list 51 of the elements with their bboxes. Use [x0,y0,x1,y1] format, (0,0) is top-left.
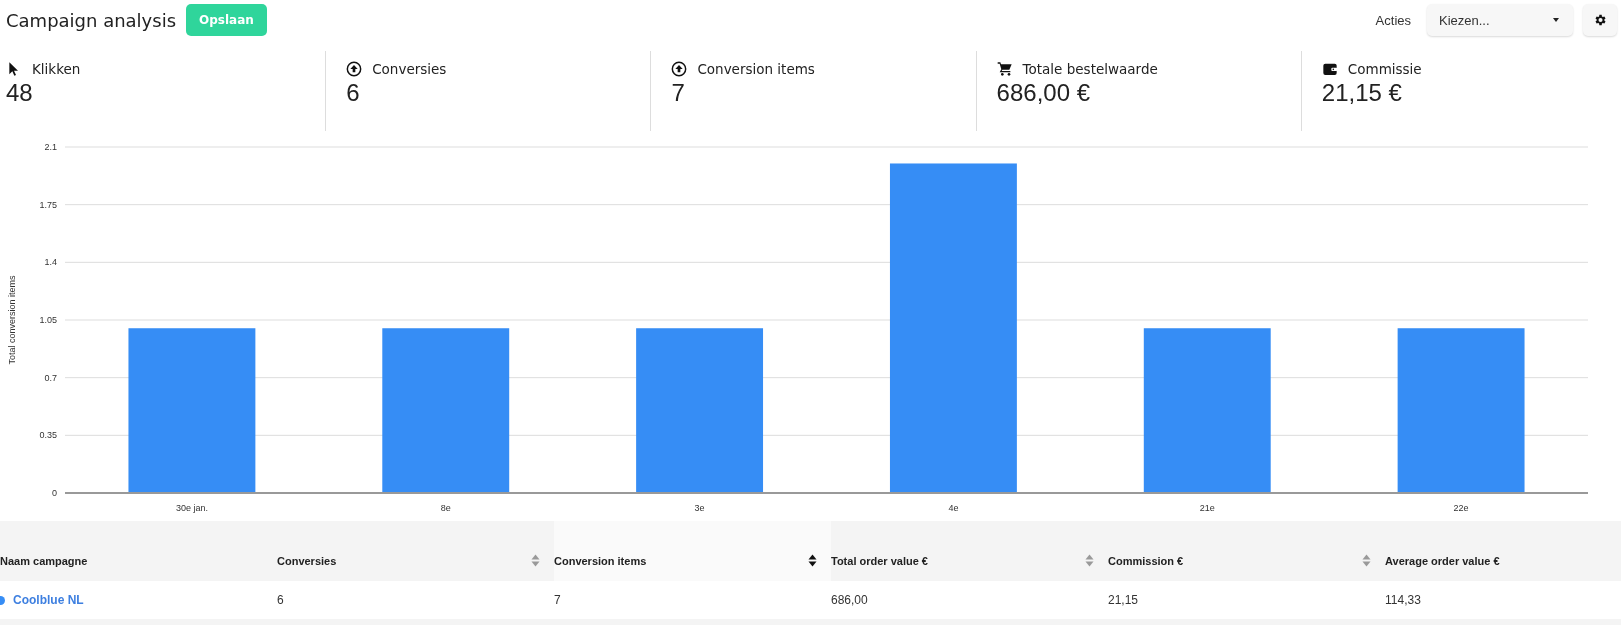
stat-value: 686,00 € [996,79,1091,107]
column-header-label: Total order value € [831,555,928,567]
axis-tick-label: 8e [440,503,451,513]
axis-tick-label: 3e [694,503,705,513]
settings-icon [1593,13,1607,27]
stat-value: 48 [6,79,34,107]
column-header[interactable]: Conversion items [554,521,831,581]
column-header-label: Naam campagne [0,555,88,567]
campaign-link[interactable]: Coolblue NL [13,593,84,607]
upload-circle-icon [671,61,688,77]
stat-label: Conversion items [697,61,815,77]
axis-tick-label: 4e [948,503,959,513]
table-cell: 21,15 [1108,593,1139,607]
axis-tick-label: 21e [1199,503,1215,513]
stat-label: Conversies [372,61,447,77]
table-cell: 6 [277,593,284,607]
caret-icon [1553,18,1559,22]
actions-select[interactable]: Kiezen... [1427,4,1573,36]
axis-tick-label: 1.75 [39,199,57,210]
stat-value: 6 [346,79,361,107]
actions-label: Acties [1375,12,1411,28]
stat-label: Totale bestelwaarde [1022,61,1158,77]
sort-icon[interactable] [808,554,817,567]
axis-tick-label: 2.1 [44,142,57,152]
stat-label: Commissie [1347,61,1422,77]
axis-tick-label: 0 [52,488,57,498]
axis-tick-label: 22e [1453,503,1469,513]
table-cell: 114,33 [1385,593,1421,607]
column-header[interactable]: Total order value € [831,521,1108,581]
settings-button[interactable] [1583,4,1617,36]
column-header[interactable]: Conversies [277,521,554,581]
axis-title: Total conversion items [7,275,17,365]
upload-circle-icon [346,61,363,77]
axis-tick-label: 0.7 [44,372,57,383]
axis-tick-label: 30e jan. [175,503,208,513]
axis-tick-label: 1.05 [39,315,57,325]
table-cell: 7 [554,593,561,607]
cart-icon [996,61,1013,77]
wallet-icon [1321,61,1338,77]
page-title: Campaign analysis [6,9,177,31]
column-header-label: Commission € [1108,555,1184,567]
stat-value: 7 [671,79,686,107]
stat-value: 21,15 € [1321,79,1403,107]
column-header[interactable]: Commission € [1108,521,1385,581]
axis-tick-label: 1.4 [44,257,57,268]
column-header-label: Conversies [277,555,337,567]
stat-label: Klikken [32,61,81,77]
column-header-label: Conversion items [554,555,647,567]
column-header-label: Average order value € [1385,555,1500,567]
axis-tick-label: 0.35 [39,430,57,441]
table-cell: 686,00 [831,593,868,607]
